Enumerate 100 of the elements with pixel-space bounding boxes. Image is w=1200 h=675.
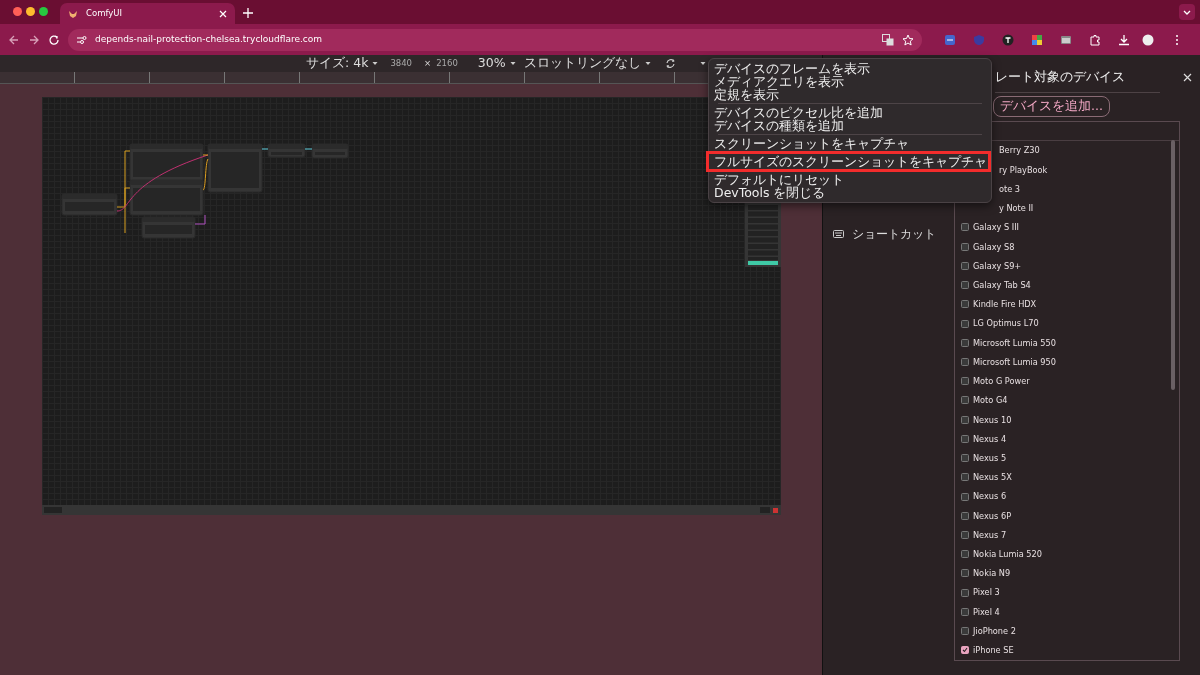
menu-item[interactable]: DevTools を閉じる [709, 186, 991, 199]
more-options-caret-icon[interactable] [699, 61, 706, 66]
device-item[interactable]: Nokia N9 [955, 563, 1179, 584]
colorful-square-icon[interactable] [1031, 33, 1043, 46]
checkbox[interactable] [961, 531, 969, 539]
device-item[interactable]: Nexus 10 [955, 410, 1179, 430]
caret-icon[interactable] [509, 61, 516, 66]
device-item[interactable]: Pixel 3 [955, 583, 1179, 603]
graph-node[interactable] [267, 143, 306, 158]
device-item[interactable]: Nexus 6P [955, 506, 1179, 526]
device-item[interactable]: Pixel 4 [955, 602, 1179, 622]
device-item[interactable]: Nexus 6 [955, 486, 1179, 507]
rotate-icon[interactable] [664, 58, 676, 69]
graph-node[interactable] [61, 193, 118, 216]
checkbox[interactable] [961, 511, 969, 520]
times-sign: × [424, 57, 432, 70]
checkbox[interactable] [961, 588, 969, 597]
device-item[interactable]: Nexus 5X [955, 467, 1179, 487]
device-item[interactable]: iPhone SE [955, 640, 1179, 660]
profile-avatar-icon[interactable] [1142, 33, 1154, 46]
checkbox[interactable] [961, 627, 969, 636]
checkbox[interactable] [961, 319, 969, 328]
menu-item[interactable]: デバイスのピクセル比を追加 [709, 106, 991, 119]
graph-node[interactable] [141, 216, 196, 239]
device-item[interactable]: Galaxy S8 [955, 237, 1179, 257]
checkbox[interactable] [961, 646, 969, 655]
scrollbar-thumb[interactable] [1171, 140, 1175, 390]
width-field[interactable]: 3840 [390, 57, 413, 70]
translate-icon[interactable] [882, 33, 894, 46]
checkbox[interactable] [961, 242, 969, 251]
checkbox[interactable] [961, 396, 969, 405]
device-item[interactable]: Kindle Fire HDX [955, 294, 1179, 314]
window-icon[interactable] [1060, 33, 1072, 46]
extensions-icon[interactable] [1089, 33, 1101, 46]
checkbox[interactable] [961, 281, 969, 290]
device-item[interactable]: y Note II [955, 198, 1179, 218]
checkbox[interactable] [961, 300, 969, 309]
zoom-dropdown[interactable]: 30% [477, 54, 516, 73]
device-item[interactable]: Nexus 7 [955, 525, 1179, 545]
menu-item[interactable]: フルサイズのスクリーンショットをキャプチャ [706, 151, 991, 172]
checkbox[interactable] [961, 454, 969, 463]
close-icon[interactable] [1183, 72, 1192, 82]
throttling-dropdown[interactable]: スロットリングなし [523, 54, 651, 73]
browser-tab[interactable]: ComfyUI [60, 3, 235, 24]
panel-title: レート対象のデバイス [995, 67, 1126, 86]
menu-item[interactable]: スクリーンショットをキャプチャ [709, 137, 991, 150]
device-item[interactable]: Microsoft Lumia 950 [955, 352, 1179, 372]
caret-icon[interactable] [372, 61, 379, 66]
fox-icon [68, 8, 78, 19]
checkbox[interactable] [961, 415, 969, 424]
device-item[interactable]: Galaxy S III [955, 217, 1179, 238]
add-device-button[interactable]: デバイスを追加... [993, 96, 1110, 117]
menu-item[interactable]: デバイスの種類を追加 [709, 119, 991, 132]
dropdown-icon[interactable] [1179, 4, 1195, 20]
device-item[interactable]: Nexus 4 [955, 429, 1179, 449]
node-link [261, 148, 269, 150]
download-icon[interactable] [1118, 33, 1130, 46]
checkbox[interactable] [961, 223, 969, 232]
caret-icon[interactable] [644, 61, 651, 66]
device-item[interactable]: Nexus 5 [955, 448, 1179, 468]
device-item[interactable]: Galaxy S9+ [955, 256, 1179, 276]
menu-item[interactable]: 定規を表示 [709, 88, 991, 101]
checkbox[interactable] [961, 358, 969, 366]
device-item[interactable]: LG Optimus L70 [955, 313, 1179, 334]
graph-node[interactable] [207, 143, 263, 193]
checkbox[interactable] [961, 607, 969, 616]
device-item[interactable]: Nokia Lumia 520 [955, 544, 1179, 564]
reload-icon[interactable] [48, 33, 60, 46]
node-link [194, 214, 206, 225]
height-field[interactable]: 2160 [436, 57, 458, 70]
forward-icon[interactable] [28, 33, 40, 46]
checkbox[interactable] [961, 492, 969, 501]
size-dropdown[interactable]: サイズ: 4k [306, 54, 379, 73]
graph-node[interactable] [129, 179, 204, 216]
site-settings-icon[interactable] [76, 34, 87, 45]
menu-item[interactable]: デフォルトにリセット [709, 173, 991, 186]
keyboard-icon [833, 230, 844, 238]
checkbox[interactable] [961, 261, 969, 270]
menu-item[interactable]: デバイスのフレームを表示 [709, 62, 991, 75]
device-item[interactable]: Moto G4 [955, 390, 1179, 411]
checkbox[interactable] [961, 473, 969, 482]
checkbox[interactable] [961, 338, 969, 347]
back-icon[interactable] [8, 33, 20, 46]
device-item[interactable]: Microsoft Lumia 550 [955, 333, 1179, 353]
letter-mark-icon[interactable] [1002, 33, 1014, 46]
node-link [304, 148, 313, 150]
new-tab-icon[interactable] [243, 8, 253, 18]
device-item[interactable]: JioPhone 2 [955, 621, 1179, 641]
device-item[interactable]: Moto G Power [955, 371, 1179, 391]
menu-item[interactable]: メディアクエリを表示 [709, 75, 991, 88]
tab-title: ComfyUI [86, 7, 124, 20]
checkbox[interactable] [961, 434, 969, 443]
star-icon[interactable] [902, 33, 914, 46]
graph-node[interactable] [129, 143, 204, 182]
graph-node[interactable] [311, 143, 349, 159]
checkbox[interactable] [961, 550, 969, 559]
checkbox[interactable] [961, 569, 969, 578]
checkbox[interactable] [961, 377, 969, 386]
nav-item[interactable]: ショートカット [833, 225, 954, 243]
device-item[interactable]: Galaxy Tab S4 [955, 275, 1179, 295]
